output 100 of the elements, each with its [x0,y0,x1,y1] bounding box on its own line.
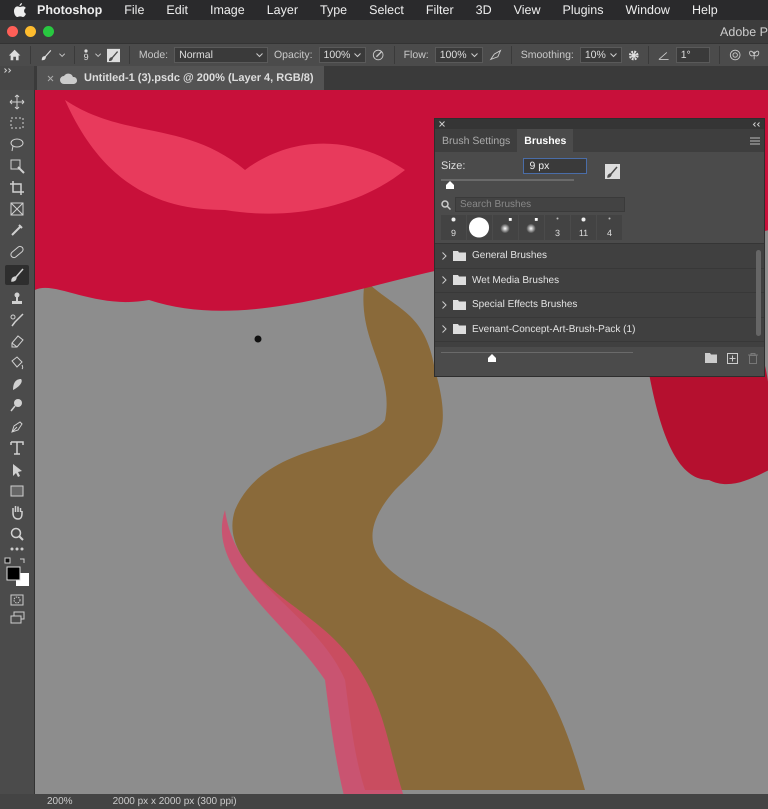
window-title: Adobe P [720,24,768,38]
brush-preset[interactable] [519,215,544,240]
brush-preset[interactable] [493,215,518,240]
type-icon [9,440,25,456]
flow-label: Flow: [404,49,429,61]
angle-field[interactable]: 1° [676,47,710,63]
folder-icon[interactable] [705,353,717,363]
selection-icon [9,158,25,174]
angle-icon [658,50,670,60]
new-brush-icon[interactable] [727,352,738,364]
collapsed-icon[interactable] [442,325,447,334]
brush-preset[interactable] [467,215,492,240]
size-field[interactable]: 9 px [523,158,588,174]
frame-icon [9,200,25,217]
flow-dropdown[interactable]: 100% [434,47,483,63]
folder-icon [453,250,466,261]
caret-icon [256,52,263,58]
menu-item[interactable]: Plugins [552,3,614,17]
menu-item[interactable]: Edit [155,3,199,17]
document-title: Untitled-1 (3).psdc @ 200% (Layer 4, RGB/8) [84,72,314,84]
maximize-button[interactable] [43,26,54,37]
small-brush-tip-icon [608,217,611,220]
search-icon [441,200,451,210]
small-brush-tip-icon [556,217,559,220]
screen-mode-icon[interactable] [10,611,24,624]
brush-preset[interactable]: 3 [545,215,570,240]
home-icon[interactable] [8,48,22,62]
document-tab[interactable]: Untitled-1 (3).psdc @ 200% (Layer 4, RGB/8) [37,66,324,90]
caret-icon [58,52,65,58]
menu-item[interactable]: Help [680,3,729,17]
stamp-icon [9,290,25,307]
menu-item[interactable]: Image [198,3,256,17]
apple-logo-icon[interactable] [14,3,26,17]
minimize-button[interactable] [25,26,36,37]
move-icon [9,94,25,110]
collapsed-icon[interactable] [442,252,447,260]
brush-tip-icon [84,48,88,52]
brush-panel-toggle-icon[interactable] [106,48,120,62]
menu-item[interactable]: Layer [256,3,309,17]
dodge-icon [9,397,25,414]
menu-item[interactable]: File [113,3,156,17]
lasso-icon [9,136,25,153]
settings-icon[interactable] [628,48,640,62]
caret-icon [610,52,617,58]
pen-icon [9,418,25,435]
collapsed-icon[interactable] [442,300,447,309]
caret-icon [470,52,478,58]
brush-preset[interactable]: 4 [597,215,622,240]
eyedropper-icon [9,222,25,238]
scrollbar[interactable] [756,250,761,336]
size-label: Size: [441,160,466,172]
caret-icon [354,52,362,58]
hard-brush-tip-icon [581,217,586,222]
opacity-dropdown[interactable]: 100% [318,47,366,63]
hard-brush-tip-icon [451,217,456,222]
brush-preset[interactable]: 9 [441,215,466,240]
menu-item[interactable]: Select [358,3,415,17]
close-button[interactable] [7,26,18,37]
smoothing-label: Smoothing: [520,49,574,61]
color-swatches-icon[interactable] [4,556,30,589]
large-brush-tip-icon [468,216,491,238]
close-icon[interactable] [47,74,54,82]
app-name[interactable]: Photoshop [26,3,114,17]
folder-icon [453,300,466,310]
opacity-label: Opacity: [274,49,313,61]
crop-icon [9,180,25,196]
slider-thumb[interactable] [486,354,496,362]
panel-tab[interactable]: Brushes [517,129,574,152]
zoom-icon [9,526,25,542]
mode-dropdown[interactable]: Normal [174,47,268,63]
menu-item[interactable]: Filter [414,3,465,17]
folder-icon [453,324,466,334]
eraser-icon [9,333,25,350]
brush-cursor-icon [254,335,262,343]
quick-mask-icon[interactable] [10,594,24,606]
brush-icon [9,267,25,284]
tool-button[interactable] [5,265,29,286]
folder-icon [453,275,466,286]
brush-preview-icon[interactable] [605,164,620,178]
brush-preset[interactable]: 11 [571,215,596,240]
search-field[interactable]: Search Brushes [455,197,625,212]
mode-label: Mode: [138,49,168,61]
menu-item[interactable]: 3D [464,3,503,17]
collapsed-icon[interactable] [442,276,447,284]
slider-thumb[interactable] [444,181,455,189]
brush-icon[interactable] [40,48,52,62]
cloud-icon [60,72,78,84]
expand-icon[interactable] [4,68,12,73]
more-tools-icon[interactable] [10,547,24,552]
brush-size-label: 9 [84,52,89,62]
menu-item[interactable]: Type [309,3,358,17]
collapse-icon[interactable] [752,122,760,126]
rectangle-icon [9,483,25,500]
menu-item[interactable]: View [502,3,552,17]
zoom-level[interactable]: 200% [47,795,73,809]
marquee-icon [9,115,25,132]
smoothing-dropdown[interactable]: 10% [580,47,622,63]
menu-item[interactable]: Window [614,3,681,17]
menu-icon[interactable] [750,136,760,144]
close-icon[interactable] [439,121,445,127]
